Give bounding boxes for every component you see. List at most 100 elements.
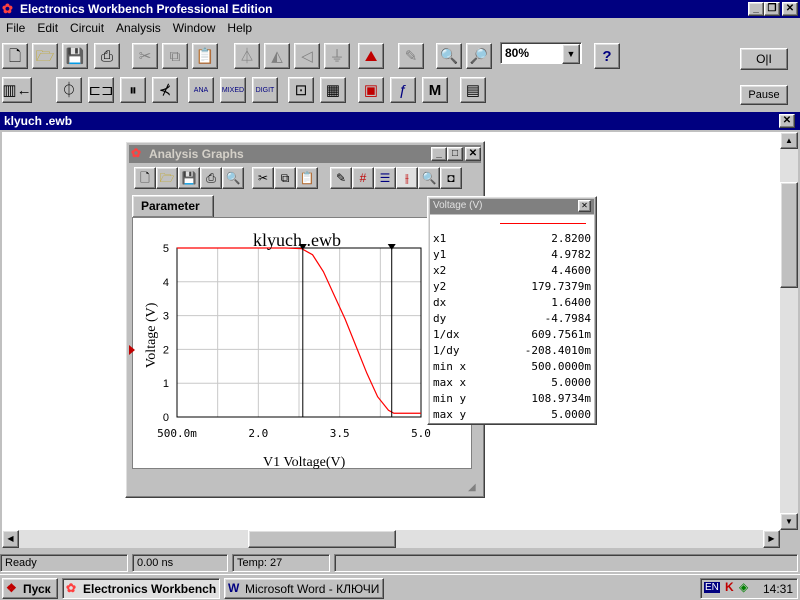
analog-ics-bin-icon[interactable]: ANA [188,77,214,103]
ag-copy-icon[interactable]: ⧉ [274,167,296,189]
app-icon[interactable]: ✿ [2,1,18,17]
digital-bin-icon[interactable]: ▦ [320,77,346,103]
instruments-bin-icon[interactable]: ▤ [460,77,486,103]
readout-row: y1 4.9782 [430,247,594,263]
zoom-out-icon[interactable]: 🔍 [436,43,462,69]
mixed-ics-bin-icon[interactable]: MIXED [220,77,246,103]
controls-bin-icon[interactable]: ƒ [390,77,416,103]
indicators-bin-icon[interactable]: ▣ [358,77,384,103]
task-electronics-workbench[interactable]: ✿ Electronics Workbench ... [62,578,220,599]
resize-grip-icon[interactable]: ◢ [468,482,480,494]
new-file-icon[interactable]: 🗋 [2,43,28,69]
horizontal-scroll-thumb[interactable] [248,530,396,548]
favorites-bin-icon[interactable]: ▥← [2,77,32,103]
open-folder-icon[interactable]: 🗁 [32,43,58,69]
save-icon[interactable]: 💾 [62,43,88,69]
menu-bar: File Edit Circuit Analysis Window Help [0,19,800,37]
pause-button[interactable]: Pause [740,85,788,105]
digital-ics-bin-icon[interactable]: DIGIT [252,77,278,103]
paste-icon[interactable]: 📋 [192,43,218,69]
help-icon[interactable]: ? [594,43,620,69]
minimize-button[interactable]: _ [748,2,764,16]
circuit-window-title-bar[interactable]: klyuch .ewb ✕ [0,112,800,130]
copy-icon[interactable]: ⧉ [162,43,188,69]
readout-row: y2 179.7379m [430,279,594,295]
component-properties-icon[interactable]: ✎ [398,43,424,69]
ag-legend-icon[interactable]: ☰ [374,167,396,189]
horizontal-scrollbar[interactable]: ◀ ▶ [2,530,780,548]
maximize-button[interactable]: ❐ [764,2,780,16]
task-ewb-label: Electronics Workbench ... [83,582,219,596]
antivirus-tray-icon[interactable]: K [725,580,734,594]
menu-file[interactable]: File [0,19,31,37]
ag-open-icon[interactable]: 🗁 [156,167,178,189]
cut-icon[interactable]: ✂ [132,43,158,69]
tab-parameter-label: Parameter [141,199,200,213]
zoom-dropdown-arrow-icon[interactable]: ▼ [562,44,580,64]
graph-icon[interactable]: ⛰ [358,43,384,69]
network-tray-icon[interactable]: ◈ [739,580,748,594]
readout-value: 1.6400 [551,296,591,309]
menu-help[interactable]: Help [221,19,258,37]
scroll-right-icon[interactable]: ▶ [763,530,780,548]
analysis-close-button[interactable]: ✕ [465,147,481,161]
y-tick-label: 2 [163,344,169,356]
analysis-graphs-title-bar[interactable]: ✿ Analysis Graphs _ □ ✕ [129,145,481,163]
rotate-icon[interactable]: ⏃ [234,43,260,69]
analysis-graphs-title: Analysis Graphs [149,147,244,161]
parts-toolbar: ▥← ⏀ ⊏⊐ ⏸ ⊀ ANA MIXED DIGIT ⊡ ▦ ▣ ƒ M ▤ … [0,75,800,109]
cursor-readout-close-button[interactable]: ✕ [578,200,591,212]
scroll-down-icon[interactable]: ▼ [780,513,798,530]
ag-cursors-icon[interactable]: ⫲ [396,167,418,189]
diodes-bin-icon[interactable]: ⏸ [120,77,146,103]
ag-grid-icon[interactable]: # [352,167,374,189]
vertical-scrollbar[interactable]: ▲ ▼ [780,132,798,530]
scroll-up-icon[interactable]: ▲ [780,132,798,149]
ag-print-preview-icon[interactable]: 🔍 [222,167,244,189]
vertical-scroll-thumb[interactable] [780,182,798,288]
readout-value: 4.9782 [551,248,591,261]
app-title-bar[interactable]: ✿ Electronics Workbench Professional Edi… [0,0,800,18]
print-icon[interactable]: ⎙ [94,43,120,69]
menu-edit[interactable]: Edit [31,19,64,37]
readout-label: 1/dy [433,344,460,357]
close-button[interactable]: ✕ [782,2,798,16]
zoom-select[interactable]: 80% ▼ [500,42,582,64]
ag-background-icon[interactable]: ◘ [440,167,462,189]
menu-window[interactable]: Window [167,19,222,37]
readout-row: min x 500.0000m [430,359,594,375]
logic-gates-bin-icon[interactable]: ⊡ [288,77,314,103]
power-switch[interactable]: O|I [740,48,788,70]
scroll-left-icon[interactable]: ◀ [2,530,19,548]
ag-cut-icon[interactable]: ✂ [252,167,274,189]
ag-zoom-icon[interactable]: 🔍 [418,167,440,189]
menu-circuit[interactable]: Circuit [64,19,110,37]
task-microsoft-word[interactable]: W Microsoft Word - КЛЮЧИ ... [224,578,384,599]
ag-save-icon[interactable]: 💾 [178,167,200,189]
analysis-maximize-button[interactable]: □ [447,147,463,161]
subcircuit-icon[interactable]: ⏚ [324,43,350,69]
tab-parameter[interactable]: Parameter [132,195,214,217]
menu-analysis[interactable]: Analysis [110,19,167,37]
circuit-close-button[interactable]: ✕ [779,114,795,128]
readout-row: 1/dy -208.4010m [430,343,594,359]
start-button[interactable]: ❖ Пуск [2,578,58,599]
ag-new-icon[interactable]: 🗋 [134,167,156,189]
flip-vertical-icon[interactable]: ◁ [294,43,320,69]
sources-bin-icon[interactable]: ⏀ [56,77,82,103]
flip-horizontal-icon[interactable]: ◭ [264,43,290,69]
language-indicator[interactable]: EN [704,582,720,593]
ag-properties-icon[interactable]: ✎ [330,167,352,189]
miscellaneous-bin-icon[interactable]: M [422,77,448,103]
ag-print-icon[interactable]: ⎙ [200,167,222,189]
zoom-in-icon[interactable]: 🔎 [466,43,492,69]
analysis-minimize-button[interactable]: _ [431,147,447,161]
app-title: Electronics Workbench Professional Editi… [20,2,273,16]
readout-row: x2 4.4600 [430,263,594,279]
ag-paste-icon[interactable]: 📋 [296,167,318,189]
basic-bin-icon[interactable]: ⊏⊐ [88,77,114,103]
taskbar: ❖ Пуск ✿ Electronics Workbench ... W Mic… [0,574,800,600]
transistors-bin-icon[interactable]: ⊀ [152,77,178,103]
readout-value: 5.0000 [551,408,591,421]
cursor-readout-title-bar[interactable]: Voltage (V) ✕ [430,199,594,214]
